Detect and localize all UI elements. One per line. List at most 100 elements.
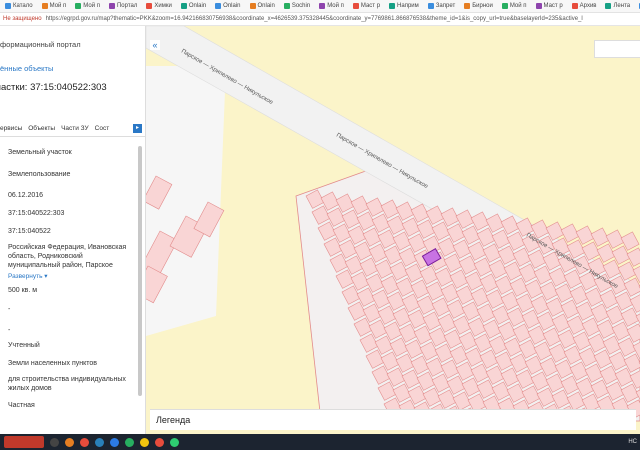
field-address: Российская Федерация, Ивановская область… (8, 244, 127, 269)
bookmark-label: Мой п (509, 3, 527, 9)
bookmark-label: Запрет (435, 3, 456, 9)
bookmark-icon (41, 3, 48, 9)
bookmark-item[interactable]: Onlain (178, 3, 209, 9)
bookmark-item[interactable]: Портал (106, 3, 140, 9)
map-canvas[interactable]: Парское — Хрипелево — Никульское Парское… (146, 26, 640, 434)
bookmark-item[interactable]: Запрет (425, 3, 458, 9)
field-kind: Землепользование (8, 171, 71, 178)
legend-label: Легенда (156, 415, 191, 425)
bookmark-icon (108, 3, 115, 9)
bookmark-item[interactable]: Мой п (316, 3, 347, 9)
bookmark-icon (427, 3, 434, 9)
bookmark-label: Onlain (188, 3, 207, 9)
taskbar-app-4[interactable] (95, 437, 104, 447)
bookmark-item[interactable]: Наприм (386, 3, 422, 9)
taskbar-app-1[interactable] (50, 437, 59, 447)
tab-composition[interactable]: Сост (95, 122, 116, 136)
field-list: Земельный участок Землепользование 06.12… (8, 148, 136, 410)
bookmark-label: Мой п (49, 3, 67, 9)
field-cadastral-number: 37:15:040522:303 (8, 210, 65, 217)
field-value-2: - (8, 327, 11, 334)
bookmark-label: Архив (579, 3, 597, 9)
bookmark-icon (389, 3, 396, 9)
bookmark-item[interactable]: Химки (143, 3, 174, 9)
bookmark-icon (283, 3, 290, 9)
bookmark-icon (501, 3, 508, 9)
field-date: 06.12.2016 (8, 192, 44, 199)
field-permitted-use: для строительства индивидуальных жилых д… (8, 376, 126, 392)
collapse-sidebar-button[interactable]: « (150, 40, 160, 50)
tab-objects[interactable]: Объекты (28, 122, 61, 136)
field-ownership: Частная (8, 402, 35, 409)
bookmark-icon (249, 3, 256, 9)
bookmark-item[interactable]: Onlain (247, 3, 278, 9)
bookmark-label: Мой п (327, 3, 344, 9)
bookmark-icon (215, 3, 222, 9)
security-label: Не защищено (3, 16, 42, 22)
portal-title: формационный портал (0, 40, 81, 49)
parcel-heading: частки: 37:15:040522:303 (0, 82, 107, 93)
field-type: Земельный участок (8, 149, 72, 156)
tabs-scroll-button[interactable]: ▸ (133, 124, 142, 133)
bookmark-item[interactable]: Улица (636, 3, 640, 9)
bookmark-label: Мой п (83, 3, 100, 9)
bookmark-icon (319, 3, 326, 9)
bookmark-item[interactable]: Sochin (281, 3, 313, 9)
bookmark-icon (571, 3, 578, 9)
bookmark-label: Маст р (543, 3, 563, 9)
field-status: Учтенный (8, 342, 40, 349)
taskbar-app-2[interactable] (65, 437, 74, 447)
bookmark-label: Бирнои (472, 3, 493, 9)
bookmark-label: Onlain (257, 3, 275, 9)
bookmark-item[interactable]: Маст р (350, 3, 383, 9)
sidebar-tabs: ервисы Объекты Части ЗУ Сост ▸ (0, 122, 145, 137)
sidebar-scrollbar[interactable] (138, 146, 142, 396)
bookmark-icon (464, 3, 471, 9)
expand-link[interactable]: Развернуть ▾ (8, 272, 136, 280)
bookmark-icon (5, 3, 11, 9)
bookmarks-bar: Катало Мой п Мой п Портал Химки Onlain Onlain O… (0, 0, 640, 13)
bookmark-item[interactable]: Бирнои (461, 3, 496, 9)
bookmark-icon (535, 3, 542, 9)
bookmark-label: Портал (116, 3, 138, 9)
address-bar[interactable]: Не защищено https://egrpd.gov.ru/map?the… (0, 13, 640, 26)
start-logo[interactable] (4, 436, 44, 448)
bookmark-item[interactable]: Мой п (39, 3, 70, 9)
field-area: 500 кв. м (8, 287, 38, 294)
taskbar-app-7[interactable] (140, 437, 149, 447)
bookmark-label: Маст р (360, 3, 381, 9)
bookmark-label: Катало (13, 3, 33, 9)
tab-services[interactable]: ервисы (0, 122, 28, 136)
bookmark-item[interactable]: Катало (2, 3, 36, 9)
bookmark-icon (352, 3, 359, 9)
objects-link[interactable]: ённые объекты (0, 64, 53, 73)
bookmark-label: Sochin (291, 3, 311, 9)
map-view[interactable]: Парское — Хрипелево — Никульское Парское… (146, 26, 640, 434)
bookmark-label: Onlain (223, 3, 241, 9)
taskbar-app-3[interactable] (80, 437, 89, 447)
bookmark-item[interactable]: Мой п (499, 3, 530, 9)
bookmark-icon (180, 3, 187, 9)
taskbar-app-5[interactable] (110, 437, 119, 447)
bookmark-icon (146, 3, 153, 9)
bookmark-icon (605, 3, 612, 9)
bookmark-item[interactable]: Мой п (72, 3, 103, 9)
bookmark-item[interactable]: Лента (602, 3, 633, 9)
bookmark-icon (75, 3, 82, 9)
os-taskbar: НС (0, 434, 640, 450)
field-value-1: - (8, 306, 11, 313)
bookmark-item[interactable]: Onlain (212, 3, 243, 9)
bookmark-label: Химки (154, 3, 172, 9)
tab-parts[interactable]: Части ЗУ (61, 122, 95, 136)
info-sidebar: формационный портал ённые объекты частки… (0, 26, 146, 434)
field-category: Земли населенных пунктов (8, 360, 98, 367)
taskbar-app-8[interactable] (155, 437, 164, 447)
map-search-box[interactable] (594, 40, 640, 58)
bookmark-item[interactable]: Архив (569, 3, 600, 9)
taskbar-app-6[interactable] (125, 437, 134, 447)
taskbar-app-9[interactable] (170, 437, 179, 447)
field-quarter: 37:15:040522 (8, 228, 51, 235)
bookmark-item[interactable]: Маст р (533, 3, 566, 9)
legend-panel[interactable]: Легенда (150, 409, 636, 430)
url-text[interactable]: https://egrpd.gov.ru/map?thematic=PKK&zo… (42, 16, 583, 22)
